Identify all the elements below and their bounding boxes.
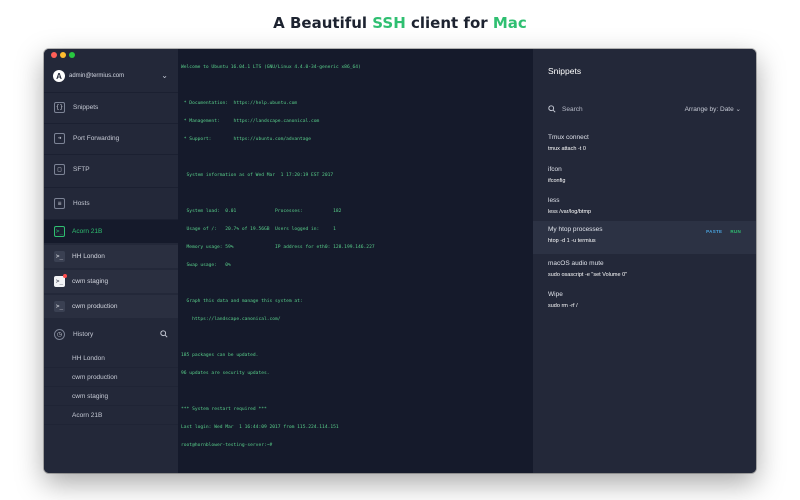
sidebar-item-label: SFTP xyxy=(73,165,90,173)
search-icon xyxy=(548,105,556,113)
zoom-window-button[interactable] xyxy=(69,52,75,58)
sidebar-item-sftp[interactable]: □ SFTP xyxy=(44,154,178,184)
snippet-command: htop -d 1 -u termius xyxy=(548,238,596,244)
terminal-icon: >_ xyxy=(54,226,65,237)
arrange-label: Arrange by: Date xyxy=(684,106,734,113)
history-label: History xyxy=(73,330,94,338)
snippets-search[interactable]: Search xyxy=(548,105,583,113)
terminal-line: Last login: Wed Mar 1 16:44:09 2017 from… xyxy=(181,425,339,430)
terminal-line: * Documentation: https://help.ubuntu.com xyxy=(181,101,298,106)
sidebar-item-label: Hosts xyxy=(73,199,90,207)
host-item-cwm-staging[interactable]: >_ cwm staging xyxy=(44,270,178,293)
snippet-name: less xyxy=(548,197,560,204)
snippets-title: Snippets xyxy=(548,66,582,76)
snippet-item[interactable]: ifcon ifconfig xyxy=(533,161,756,191)
snippet-command: tmux attach -t 0 xyxy=(548,146,586,152)
terminal-line: System information as of Wed Mar 1 17:20… xyxy=(181,173,334,178)
history-item[interactable]: cwm staging xyxy=(44,387,178,406)
host-item-acorn-21b[interactable]: >_ Acorn 21B xyxy=(44,220,178,243)
host-label: cwm production xyxy=(72,303,118,310)
headline-ssh: SSH xyxy=(372,14,406,32)
terminal-line: Swap usage: 0% xyxy=(181,263,231,268)
app-window: A admin@termius.com ⌄ {} Snippets ➜ Port… xyxy=(44,49,756,473)
page-headline: A Beautiful SSH client for Mac xyxy=(0,14,800,32)
account-email: admin@termius.com xyxy=(69,73,125,79)
terminal-output[interactable]: Welcome to Ubuntu 16.04.1 LTS (GNU/Linux… xyxy=(178,49,533,473)
host-item-hh-london[interactable]: >_ HH London xyxy=(44,245,178,268)
terminal-line: Graph this data and manage this system a… xyxy=(181,299,303,304)
sidebar-item-port-forwarding[interactable]: ➜ Port Forwarding xyxy=(44,123,178,153)
snippet-command: sudo osascript -e "set Volume 0" xyxy=(548,272,628,278)
notification-badge xyxy=(63,274,67,278)
host-item-cwm-production[interactable]: >_ cwm production xyxy=(44,295,178,318)
chevron-down-icon: ⌄ xyxy=(161,71,168,80)
run-button[interactable]: RUN xyxy=(730,229,741,234)
headline-middle: client for xyxy=(405,14,493,32)
snippet-name: macOS audio mute xyxy=(548,260,604,267)
sidebar-item-snippets[interactable]: {} Snippets xyxy=(44,92,178,122)
terminal-prompt: root@hornblower-testing-server:~# xyxy=(181,443,273,448)
snippet-command: ifconfig xyxy=(548,178,566,184)
history-item[interactable]: cwm production xyxy=(44,368,178,387)
snippet-item[interactable]: Wipe sudo rm -rf / xyxy=(533,286,756,316)
account-switcher[interactable]: A admin@termius.com ⌄ xyxy=(44,63,178,89)
terminal-line: Welcome to Ubuntu 16.04.1 LTS (GNU/Linux… xyxy=(181,65,361,70)
snippet-name: ifcon xyxy=(548,166,562,173)
snippet-actions: PASTE RUN xyxy=(706,229,741,234)
code-braces-icon: {} xyxy=(54,101,65,113)
chevron-down-icon: ⌄ xyxy=(735,106,741,113)
arrange-by-dropdown[interactable]: Arrange by: Date ⌄ xyxy=(685,105,741,113)
terminal-line: Memory usage: 59% IP address for eth0: 1… xyxy=(181,245,375,250)
terminal-line: 96 updates are security updates. xyxy=(181,371,270,376)
terminal-icon: >_ xyxy=(54,251,65,262)
snippet-command: sudo rm -rf / xyxy=(548,303,578,309)
snippet-item-selected[interactable]: My htop processes htop -d 1 -u termius P… xyxy=(533,221,756,254)
search-label: Search xyxy=(562,105,583,113)
host-label: cwm staging xyxy=(72,278,109,285)
terminal-icon: >_ xyxy=(54,301,65,312)
arrow-right-icon: ➜ xyxy=(54,132,65,144)
sidebar-item-hosts[interactable]: ≡ Hosts xyxy=(44,188,178,218)
clock-icon: ◷ xyxy=(54,328,65,340)
folder-icon: □ xyxy=(54,163,65,175)
paste-button[interactable]: PASTE xyxy=(706,229,722,234)
history-item[interactable]: Acorn 21B xyxy=(44,406,178,425)
terminal-line: 185 packages can be updated. xyxy=(181,353,259,358)
terminal-line: * Management: https://landscape.canonica… xyxy=(181,119,320,124)
history-item[interactable]: HH London xyxy=(44,349,178,368)
snippet-item[interactable]: less less /var/log/btmp xyxy=(533,192,756,222)
terminal-line: System load: 0.01 Processes: 182 xyxy=(181,209,342,214)
headline-prefix: A Beautiful xyxy=(273,14,373,32)
headline-mac: Mac xyxy=(492,14,527,32)
snippet-command: less /var/log/btmp xyxy=(548,209,592,215)
terminal-line: Usage of /: 20.7% of 19.56GB Users logge… xyxy=(181,227,336,232)
search-icon[interactable] xyxy=(160,330,168,338)
history-header[interactable]: ◷ History xyxy=(44,321,178,347)
sidebar-item-label: Snippets xyxy=(73,103,99,111)
window-controls xyxy=(51,52,75,58)
close-window-button[interactable] xyxy=(51,52,57,58)
snippet-item[interactable]: macOS audio mute sudo osascript -e "set … xyxy=(533,255,756,285)
host-label: Acorn 21B xyxy=(72,228,103,235)
sidebar: A admin@termius.com ⌄ {} Snippets ➜ Port… xyxy=(44,49,178,473)
minimize-window-button[interactable] xyxy=(60,52,66,58)
snippets-panel: Snippets Search Arrange by: Date ⌄ Tmux … xyxy=(533,49,756,473)
sidebar-item-label: Port Forwarding xyxy=(73,134,120,142)
server-icon: ≡ xyxy=(54,197,65,209)
snippet-name: Tmux connect xyxy=(548,134,589,141)
terminal-line: *** System restart required *** xyxy=(181,407,267,412)
terminal-line: https://landscape.canonical.com/ xyxy=(181,317,281,322)
snippet-item[interactable]: Tmux connect tmux attach -t 0 xyxy=(533,129,756,159)
terminal-line: * Support: https://ubuntu.com/advantage xyxy=(181,137,311,142)
avatar: A xyxy=(53,70,65,82)
terminal-icon: >_ xyxy=(54,274,67,287)
snippet-name: Wipe xyxy=(548,291,563,298)
host-label: HH London xyxy=(72,253,105,260)
